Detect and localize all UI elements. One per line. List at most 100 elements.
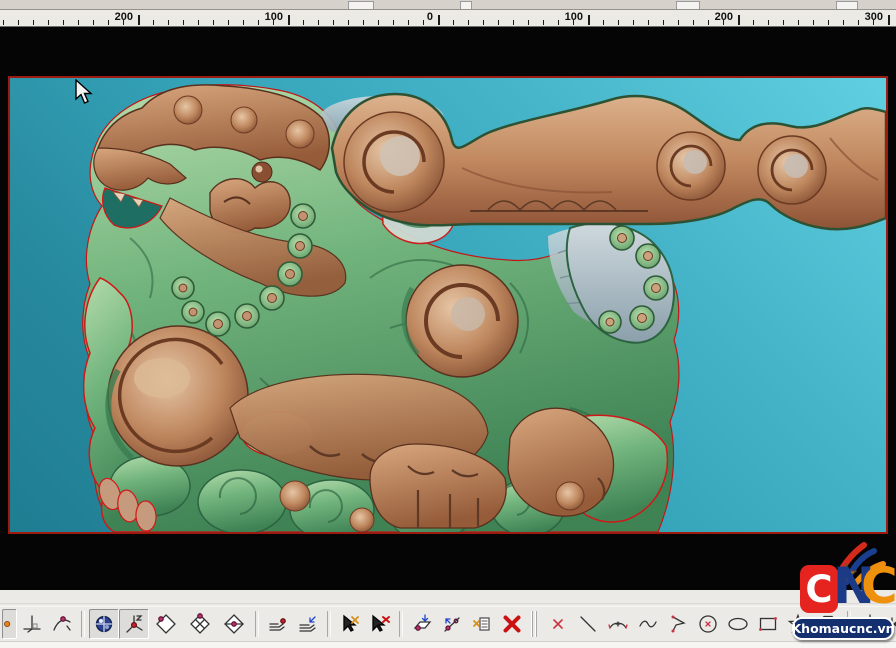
snap-point-button[interactable] — [2, 609, 17, 639]
ruler-minor-tick — [303, 20, 304, 25]
ruler-minor-tick — [168, 20, 169, 25]
ruler-minor-tick — [468, 20, 469, 25]
select-delete-button[interactable] — [365, 609, 395, 639]
line-icon — [577, 613, 599, 635]
top-strip-fragment — [348, 1, 374, 9]
layers-arrow-icon — [297, 613, 319, 635]
arc-tool-button[interactable] — [603, 609, 633, 639]
polyline-tool-button[interactable] — [663, 609, 693, 639]
ruler-minor-tick — [393, 20, 394, 25]
toolbar-separator — [255, 611, 259, 637]
top-strip-fragment — [460, 1, 472, 9]
curve-node-button[interactable] — [47, 609, 77, 639]
mark-point-button[interactable] — [543, 609, 573, 639]
plane-cross-point-button[interactable] — [183, 609, 217, 639]
project-plane-button[interactable] — [407, 609, 437, 639]
ruler-minor-tick — [663, 20, 664, 25]
cursor-del-icon — [369, 613, 391, 635]
ruler-label: 300 — [865, 11, 887, 23]
ruler-minor-tick — [198, 20, 199, 25]
ruler-major-tick — [138, 15, 140, 25]
ruler-minor-tick — [108, 20, 109, 25]
render-ball-icon — [93, 613, 115, 635]
ruler-label: 0 — [427, 11, 437, 23]
toolbar-row — [2, 609, 896, 639]
view-canvas — [0, 27, 896, 590]
ruler-minor-tick — [843, 20, 844, 25]
curve-tool-button[interactable] — [633, 609, 663, 639]
ruler-label: 100 — [265, 11, 287, 23]
relief-viewport[interactable] — [8, 76, 888, 534]
doc-delete-button[interactable] — [467, 609, 497, 639]
circle-tool-button[interactable] — [693, 609, 723, 639]
bottom-toolbar — [0, 590, 896, 647]
ruler-minor-tick — [153, 20, 154, 25]
project-plane-icon — [411, 613, 433, 635]
rect-icon — [757, 613, 779, 635]
layers-point-icon — [267, 613, 289, 635]
ruler-minor-tick — [693, 20, 694, 25]
ruler-minor-tick — [378, 20, 379, 25]
mark-x-icon — [547, 613, 569, 635]
ruler-minor-tick — [258, 20, 259, 25]
ruler-minor-tick — [18, 20, 19, 25]
diamond-cross-icon — [189, 613, 211, 635]
plane-center-point-button[interactable] — [217, 609, 251, 639]
ruler-minor-tick — [708, 20, 709, 25]
ruler-label: 200 — [115, 11, 137, 23]
axis-tripod-button[interactable] — [119, 609, 149, 639]
toolbar-separator — [327, 611, 331, 637]
wave-icon — [637, 613, 659, 635]
mouse-cursor — [74, 79, 94, 105]
ruler-minor-tick — [348, 20, 349, 25]
layers-arrow-button[interactable] — [293, 609, 323, 639]
ruler-label: 100 — [565, 11, 587, 23]
logo-banner: Khomaucnc.vn — [792, 617, 894, 640]
toolbar-grip — [530, 611, 540, 637]
ruler-minor-tick — [648, 20, 649, 25]
plane-corner-point-button[interactable] — [149, 609, 183, 639]
logo-letter-c2: C — [861, 561, 896, 611]
ruler-label: 200 — [715, 11, 737, 23]
axis-tripod-icon — [123, 613, 145, 635]
ruler-minor-tick — [63, 20, 64, 25]
ruler-minor-tick — [633, 20, 634, 25]
ruler-minor-tick — [408, 20, 409, 25]
arc-icon — [607, 613, 629, 635]
ruler-minor-tick — [183, 20, 184, 25]
ruler-major-tick — [738, 15, 740, 25]
ellipse-tool-button[interactable] — [723, 609, 753, 639]
ruler-minor-tick — [513, 20, 514, 25]
line-tool-button[interactable] — [573, 609, 603, 639]
rectangle-tool-button[interactable] — [753, 609, 783, 639]
perp-axis-icon — [21, 613, 43, 635]
ruler-minor-tick — [783, 20, 784, 25]
ruler-minor-tick — [33, 20, 34, 25]
app-window: { "ruler": { "labels": [ {"text": "200",… — [0, 0, 896, 647]
perpendicular-axis-button[interactable] — [17, 609, 47, 639]
ruler-minor-tick — [813, 20, 814, 25]
delete-all-button[interactable] — [497, 609, 527, 639]
toolbar-separator — [81, 611, 85, 637]
select-snap-button[interactable] — [335, 609, 365, 639]
ruler-minor-tick — [48, 20, 49, 25]
project-line-button[interactable] — [437, 609, 467, 639]
ellipse-icon — [727, 613, 749, 635]
ruler-minor-tick — [768, 20, 769, 25]
layers-point-button[interactable] — [263, 609, 293, 639]
khomaucnc-watermark: C N C Khomaucnc.vn — [792, 543, 896, 642]
diamond-corner-icon — [155, 613, 177, 635]
render-ball-button[interactable] — [89, 609, 119, 639]
diamond-center-icon — [223, 613, 245, 635]
ruler-minor-tick — [753, 20, 754, 25]
ruler-minor-tick — [543, 20, 544, 25]
ruler-minor-tick — [3, 20, 4, 25]
ruler-major-tick — [438, 15, 440, 25]
ruler-minor-tick — [603, 20, 604, 25]
top-strip-fragment — [676, 1, 700, 9]
curve-node-icon — [51, 613, 73, 635]
ruler-major-tick — [588, 15, 590, 25]
ruler-minor-tick — [423, 20, 424, 25]
project-line-icon — [441, 613, 463, 635]
ruler-minor-tick — [558, 20, 559, 25]
